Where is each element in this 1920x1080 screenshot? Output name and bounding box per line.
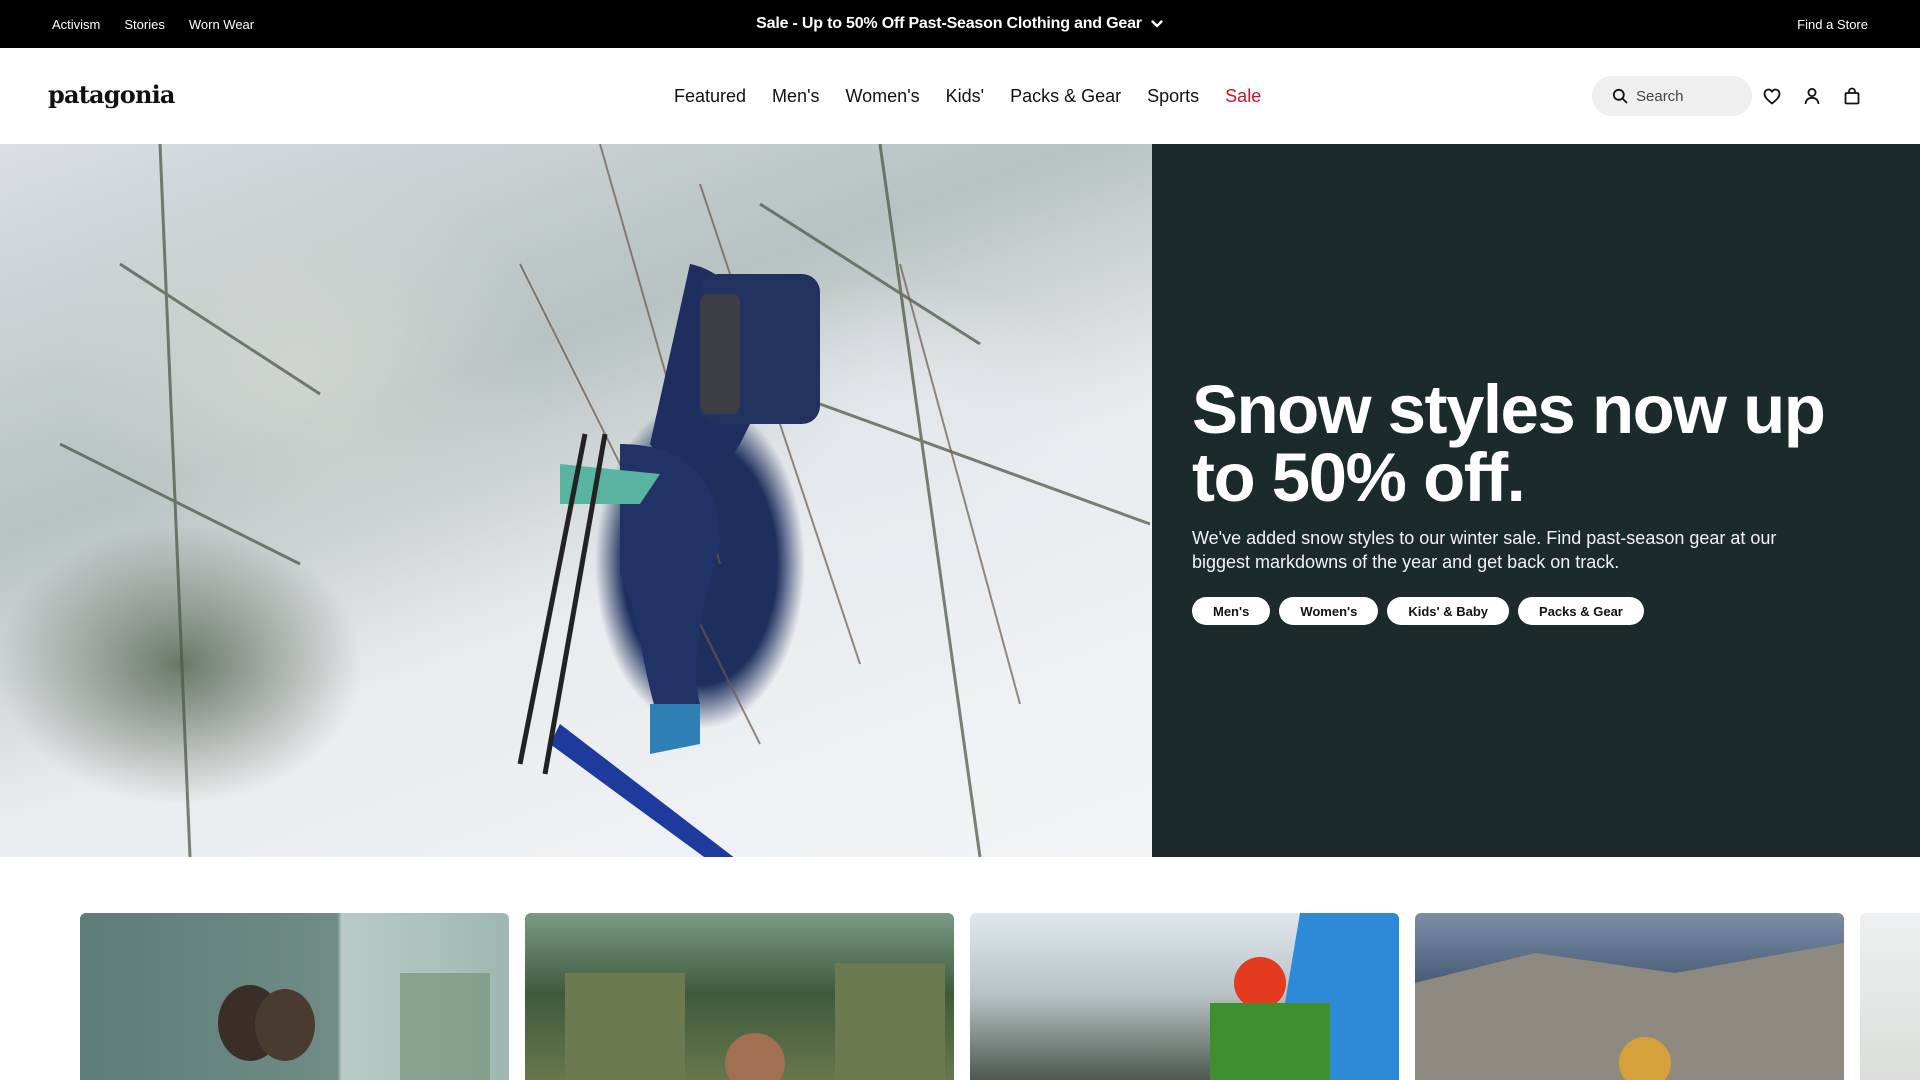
nav-featured[interactable]: Featured <box>674 86 746 107</box>
story-card-photo <box>565 963 945 1080</box>
shop-kids-baby-button[interactable]: Kids' & Baby <box>1387 597 1510 625</box>
story-card-photo <box>218 973 490 1080</box>
main-nav: Featured Men's Women's Kids' Packs & Gea… <box>674 48 1261 144</box>
promo-banner[interactable]: Sale - Up to 50% Off Past-Season Clothin… <box>0 0 1920 48</box>
hero-photo <box>0 144 1152 857</box>
hero-category-buttons: Men's Women's Kids' & Baby Packs & Gear <box>1192 597 1644 625</box>
nav-mens[interactable]: Men's <box>772 86 819 107</box>
nav-kids[interactable]: Kids' <box>946 86 984 107</box>
account-icon[interactable] <box>1802 86 1822 106</box>
search-box[interactable] <box>1592 76 1752 116</box>
shop-mens-button[interactable]: Men's <box>1192 597 1271 625</box>
shop-womens-button[interactable]: Women's <box>1279 597 1379 625</box>
hero-panel: Snow styles now up to 50% off. We've add… <box>1152 144 1920 857</box>
story-card-photo <box>1210 913 1399 1080</box>
story-card[interactable] <box>970 913 1399 1080</box>
search-icon <box>1612 88 1628 104</box>
patagonia-logo[interactable]: patagonia <box>48 80 175 109</box>
nav-sale[interactable]: Sale <box>1225 86 1261 107</box>
nav-packs-gear[interactable]: Packs & Gear <box>1010 86 1121 107</box>
story-cards-row <box>80 913 1920 1080</box>
story-card-photo <box>1415 943 1844 1080</box>
nav-womens[interactable]: Women's <box>846 86 920 107</box>
search-input[interactable] <box>1636 87 1746 105</box>
utility-bar: Activism Stories Worn Wear Sale - Up to … <box>0 0 1920 48</box>
story-card[interactable] <box>525 913 954 1080</box>
hero-title: Snow styles now up to 50% off. <box>1192 371 1826 516</box>
story-card[interactable] <box>1415 913 1844 1080</box>
story-card[interactable] <box>80 913 509 1080</box>
bag-icon[interactable] <box>1842 86 1862 106</box>
shop-packs-gear-button[interactable]: Packs & Gear <box>1518 597 1644 625</box>
nav-sports[interactable]: Sports <box>1147 86 1199 107</box>
chevron-down-icon <box>1151 20 1163 28</box>
hero-subtitle: We've added snow styles to our winter sa… <box>1192 528 1777 572</box>
heart-icon[interactable] <box>1762 86 1782 106</box>
promo-text: Sale - Up to 50% Off Past-Season Clothin… <box>756 15 1142 32</box>
find-store-link[interactable]: Find a Store <box>1797 0 1868 48</box>
hero-photo-illustration <box>59 144 1151 857</box>
story-card[interactable] <box>1860 913 1920 1080</box>
